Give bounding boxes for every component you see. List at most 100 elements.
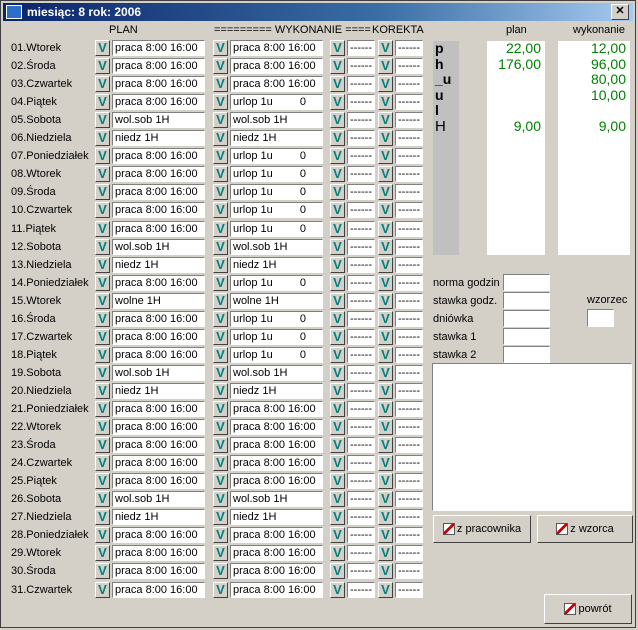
korekta2-field[interactable]: ------ (395, 545, 423, 561)
korekta2-field[interactable]: ------ (395, 148, 423, 164)
plan-field[interactable]: praca 8:00 16:00 (112, 347, 205, 363)
korekta2-field[interactable]: ------ (395, 347, 423, 363)
plan-check-button[interactable]: V (95, 40, 110, 56)
korekta1-check-button[interactable]: V (330, 166, 345, 182)
korekta2-check-button[interactable]: V (378, 329, 393, 345)
plan-field[interactable]: praca 8:00 16:00 (112, 419, 205, 435)
plan-check-button[interactable]: V (95, 401, 110, 417)
wyk-check-button[interactable]: V (213, 419, 228, 435)
korekta1-check-button[interactable]: V (330, 58, 345, 74)
korekta2-field[interactable]: ------ (395, 473, 423, 489)
korekta1-check-button[interactable]: V (330, 275, 345, 291)
korekta2-check-button[interactable]: V (378, 563, 393, 579)
korekta1-check-button[interactable]: V (330, 437, 345, 453)
korekta2-field[interactable]: ------ (395, 202, 423, 218)
korekta1-check-button[interactable]: V (330, 401, 345, 417)
plan-field[interactable]: praca 8:00 16:00 (112, 437, 205, 453)
wykonanie-field[interactable]: praca 8:00 16:00 (230, 527, 323, 543)
plan-field[interactable]: praca 8:00 16:00 (112, 473, 205, 489)
wykonanie-field[interactable]: praca 8:00 16:00 (230, 473, 323, 489)
wykonanie-field[interactable]: niedz 1H (230, 509, 323, 525)
wyk-check-button[interactable]: V (213, 365, 228, 381)
wykonanie-field[interactable]: praca 8:00 16:00 (230, 76, 323, 92)
korekta1-check-button[interactable]: V (330, 545, 345, 561)
wykonanie-field[interactable]: praca 8:00 16:00 (230, 582, 323, 598)
korekta1-field[interactable]: ------ (347, 383, 375, 399)
wyk-check-button[interactable]: V (213, 166, 228, 182)
korekta2-field[interactable]: ------ (395, 239, 423, 255)
wyk-check-button[interactable]: V (213, 347, 228, 363)
korekta2-check-button[interactable]: V (378, 40, 393, 56)
plan-check-button[interactable]: V (95, 130, 110, 146)
korekta1-field[interactable]: ------ (347, 563, 375, 579)
plan-check-button[interactable]: V (95, 239, 110, 255)
korekta1-check-button[interactable]: V (330, 365, 345, 381)
korekta2-check-button[interactable]: V (378, 239, 393, 255)
plan-field[interactable]: praca 8:00 16:00 (112, 221, 205, 237)
korekta2-check-button[interactable]: V (378, 509, 393, 525)
korekta1-field[interactable]: ------ (347, 112, 375, 128)
korekta1-field[interactable]: ------ (347, 545, 375, 561)
korekta2-check-button[interactable]: V (378, 401, 393, 417)
wyk-check-button[interactable]: V (213, 58, 228, 74)
korekta2-field[interactable]: ------ (395, 166, 423, 182)
wykonanie-field[interactable]: praca 8:00 16:00 (230, 455, 323, 471)
plan-check-button[interactable]: V (95, 166, 110, 182)
wykonanie-field[interactable]: praca 8:00 16:00 (230, 40, 323, 56)
korekta1-field[interactable]: ------ (347, 365, 375, 381)
wykonanie-field[interactable]: urlop 1u 0 (230, 275, 323, 291)
korekta1-field[interactable]: ------ (347, 401, 375, 417)
plan-check-button[interactable]: V (95, 419, 110, 435)
close-button[interactable]: ✕ (611, 4, 629, 20)
korekta2-field[interactable]: ------ (395, 527, 423, 543)
title-bar[interactable]: miesiąc: 8 rok: 2006 ✕ (3, 3, 633, 21)
korekta2-field[interactable]: ------ (395, 509, 423, 525)
plan-check-button[interactable]: V (95, 148, 110, 164)
korekta2-check-button[interactable]: V (378, 112, 393, 128)
wykonanie-field[interactable]: urlop 1u 0 (230, 166, 323, 182)
korekta1-check-button[interactable]: V (330, 455, 345, 471)
wyk-check-button[interactable]: V (213, 130, 228, 146)
korekta2-check-button[interactable]: V (378, 58, 393, 74)
korekta1-field[interactable]: ------ (347, 239, 375, 255)
plan-field[interactable]: praca 8:00 16:00 (112, 40, 205, 56)
plan-check-button[interactable]: V (95, 437, 110, 453)
korekta1-check-button[interactable]: V (330, 76, 345, 92)
korekta2-field[interactable]: ------ (395, 329, 423, 345)
wyk-check-button[interactable]: V (213, 329, 228, 345)
wykonanie-field[interactable]: praca 8:00 16:00 (230, 545, 323, 561)
wykonanie-field[interactable]: urlop 1u 0 (230, 202, 323, 218)
korekta1-field[interactable]: ------ (347, 582, 375, 598)
korekta2-check-button[interactable]: V (378, 130, 393, 146)
korekta1-check-button[interactable]: V (330, 94, 345, 110)
korekta2-field[interactable]: ------ (395, 563, 423, 579)
wyk-check-button[interactable]: V (213, 293, 228, 309)
korekta1-check-button[interactable]: V (330, 40, 345, 56)
korekta2-field[interactable]: ------ (395, 419, 423, 435)
korekta2-check-button[interactable]: V (378, 491, 393, 507)
stawka-2-input[interactable] (503, 346, 550, 363)
stawka-godz-input[interactable] (503, 292, 550, 309)
wykonanie-field[interactable]: wol.sob 1H (230, 239, 323, 255)
korekta1-field[interactable]: ------ (347, 491, 375, 507)
korekta2-field[interactable]: ------ (395, 130, 423, 146)
plan-check-button[interactable]: V (95, 509, 110, 525)
korekta1-field[interactable]: ------ (347, 221, 375, 237)
korekta2-field[interactable]: ------ (395, 221, 423, 237)
plan-field[interactable]: niedz 1H (112, 509, 205, 525)
wyk-check-button[interactable]: V (213, 76, 228, 92)
plan-field[interactable]: praca 8:00 16:00 (112, 455, 205, 471)
korekta2-check-button[interactable]: V (378, 582, 393, 598)
wyk-check-button[interactable]: V (213, 94, 228, 110)
korekta2-field[interactable]: ------ (395, 455, 423, 471)
korekta2-check-button[interactable]: V (378, 148, 393, 164)
korekta2-check-button[interactable]: V (378, 202, 393, 218)
wykonanie-field[interactable]: urlop 1u 0 (230, 329, 323, 345)
powrot-button[interactable]: powrót (544, 594, 632, 624)
korekta2-check-button[interactable]: V (378, 293, 393, 309)
wyk-check-button[interactable]: V (213, 455, 228, 471)
korekta1-check-button[interactable]: V (330, 239, 345, 255)
korekta1-field[interactable]: ------ (347, 293, 375, 309)
wykonanie-field[interactable]: urlop 1u 0 (230, 148, 323, 164)
stawka-1-input[interactable] (503, 328, 550, 345)
